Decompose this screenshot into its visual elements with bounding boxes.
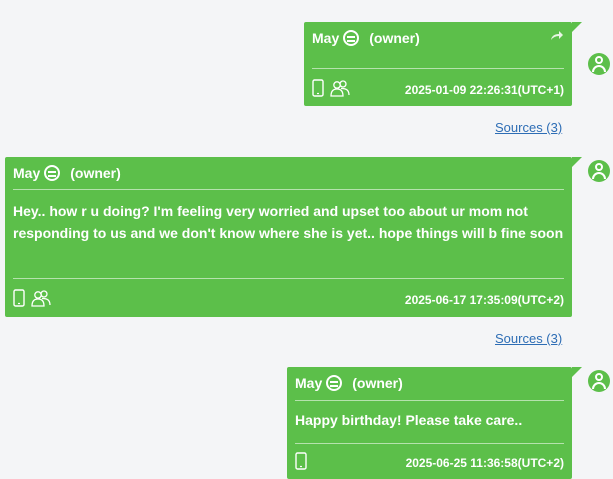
avatar <box>588 370 610 392</box>
sender-role: (owner) <box>352 375 403 391</box>
emoji-icon <box>44 165 61 181</box>
avatar <box>588 53 610 75</box>
divider <box>295 400 564 401</box>
sources-link[interactable]: Sources (3) <box>495 120 562 135</box>
divider <box>13 278 564 279</box>
sources-link[interactable]: Sources (3) <box>495 331 562 346</box>
sender-name: May <box>312 30 340 46</box>
message-bubble[interactable]: May (owner) 2025-01-09 22:26:31(UTC+1) <box>304 22 582 106</box>
forward-icon[interactable] <box>550 28 564 46</box>
emoji-icon <box>326 375 343 391</box>
message-bubble[interactable]: May (owner) Hey.. how r u doing? I'm fee… <box>5 157 582 317</box>
phone-icon <box>295 451 307 475</box>
emoji-icon <box>343 30 360 46</box>
avatar <box>588 160 610 182</box>
sender-line: May (owner) <box>13 165 121 181</box>
divider <box>312 68 564 69</box>
sender-role: (owner) <box>70 165 121 181</box>
sender-role: (owner) <box>369 30 420 46</box>
sender-name: May <box>13 165 41 181</box>
group-icon <box>31 289 51 312</box>
message-text: Hey.. how r u doing? I'm feeling very wo… <box>13 203 564 241</box>
message-footer: 2025-06-25 11:36:58(UTC+2) <box>295 451 564 475</box>
message-footer: 2025-01-09 22:26:31(UTC+1) <box>312 78 564 102</box>
timestamp: 2025-01-09 22:26:31(UTC+1) <box>404 83 564 97</box>
phone-icon <box>13 288 25 312</box>
group-icon <box>330 79 350 102</box>
message-bubble[interactable]: May (owner) Happy birthday! Please take … <box>287 367 582 479</box>
sender-line: May (owner) <box>295 375 403 391</box>
sender-name: May <box>295 375 323 391</box>
message-footer: 2025-06-17 17:35:09(UTC+2) <box>13 288 564 312</box>
timestamp: 2025-06-17 17:35:09(UTC+2) <box>404 293 564 307</box>
timestamp: 2025-06-25 11:36:58(UTC+2) <box>405 456 564 470</box>
divider <box>13 189 564 190</box>
sender-line: May (owner) <box>312 30 420 46</box>
phone-icon <box>312 78 324 102</box>
divider <box>295 443 564 444</box>
message-text: Happy birthday! Please take care.. <box>295 412 523 428</box>
